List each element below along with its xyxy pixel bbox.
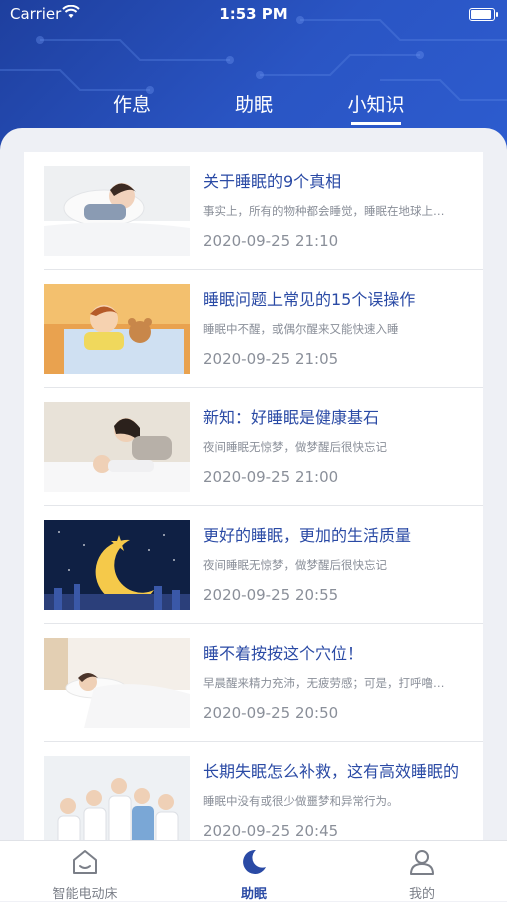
tab-label: 作息	[112, 94, 151, 116]
article-date: 2020-09-25 21:00	[203, 468, 339, 486]
article-list[interactable]: 关于睡眠的9个真相 事实上，所有的物种都会睡觉，睡眠在地球上… 2020-09-…	[24, 152, 483, 840]
article-item[interactable]: 睡眠问题上常见的15个误操作 睡眠中不醒，或偶尔醒来又能快速入睡 2020-09…	[24, 270, 483, 388]
article-item[interactable]: 新知：好睡眠是健康基石 夜间睡眠无惊梦，做梦醒后很快忘记 2020-09-25 …	[24, 388, 483, 506]
article-date: 2020-09-25 20:55	[203, 586, 339, 604]
article-date: 2020-09-25 21:10	[203, 232, 339, 250]
tab-knowledge[interactable]: 小知识	[326, 90, 426, 125]
article-title[interactable]: 睡眠问题上常见的15个误操作	[203, 286, 471, 310]
active-tab-indicator	[351, 122, 401, 125]
article-summary: 事实上，所有的物种都会睡觉，睡眠在地球上…	[203, 204, 445, 218]
tab-label: 助眠	[234, 94, 273, 116]
article-summary: 夜间睡眠无惊梦，做梦醒后很快忘记	[203, 558, 387, 572]
tab-mine[interactable]: 我的	[362, 847, 482, 902]
tab-sleep-aid-bottom[interactable]: 助眠	[194, 847, 314, 902]
cartoon-child-bear-image	[44, 284, 190, 374]
article-summary: 睡眠中不醒，或偶尔醒来又能快速入睡	[203, 322, 399, 336]
home-bed-icon	[73, 850, 97, 874]
tab-label: 助眠	[240, 887, 267, 902]
article-item[interactable]: 更好的睡眠，更加的生活质量 夜间睡眠无惊梦，做梦醒后很快忘记 2020-09-2…	[24, 506, 483, 624]
article-item[interactable]: 关于睡眠的9个真相 事实上，所有的物种都会睡觉，睡眠在地球上… 2020-09-…	[24, 152, 483, 270]
tab-label: 我的	[408, 887, 435, 902]
article-summary: 睡眠中没有或很少做噩梦和异常行为。	[203, 794, 399, 808]
top-tab-bar: 作息 助眠 小知识	[0, 88, 507, 128]
article-date: 2020-09-25 21:05	[203, 350, 339, 368]
article-title[interactable]: 更好的睡眠，更加的生活质量	[203, 522, 471, 546]
bottom-tab-bar: 智能电动床 助眠 我的	[0, 840, 507, 902]
clock: 1:53 PM	[219, 5, 288, 23]
person-icon	[410, 850, 434, 875]
tab-label: 小知识	[347, 94, 405, 116]
battery-icon	[469, 8, 498, 21]
article-item[interactable]: 长期失眠怎么补救，这有高效睡眠的 睡眠中没有或很少做噩梦和异常行为。 2020-…	[24, 742, 483, 840]
article-date: 2020-09-25 20:45	[203, 822, 339, 840]
article-item[interactable]: 睡不着按按这个穴位！ 早晨醒来精力充沛，无疲劳感；可是，打呼噜… 2020-09…	[24, 624, 483, 742]
article-title[interactable]: 睡不着按按这个穴位！	[203, 640, 471, 664]
article-title[interactable]: 新知：好睡眠是健康基石	[203, 404, 471, 428]
tab-label: 智能电动床	[52, 887, 118, 902]
woman-sleeping-image	[44, 638, 190, 728]
tab-sleep-aid[interactable]: 助眠	[204, 90, 304, 117]
mother-child-image	[44, 402, 190, 492]
child-sleeping-image	[44, 166, 190, 256]
tab-schedule[interactable]: 作息	[82, 90, 182, 117]
doctors-image	[44, 756, 190, 840]
moon-night-image	[44, 520, 190, 610]
article-summary: 夜间睡眠无惊梦，做梦醒后很快忘记	[203, 440, 387, 454]
article-title[interactable]: 长期失眠怎么补救，这有高效睡眠的	[203, 758, 471, 782]
article-title[interactable]: 关于睡眠的9个真相	[203, 168, 471, 192]
article-summary: 早晨醒来精力充沛，无疲劳感；可是，打呼噜…	[203, 676, 445, 690]
moon-icon	[243, 849, 266, 874]
tab-smart-bed[interactable]: 智能电动床	[25, 847, 145, 902]
article-date: 2020-09-25 20:50	[203, 704, 339, 722]
status-bar: Carrier 1:53 PM	[0, 0, 507, 28]
